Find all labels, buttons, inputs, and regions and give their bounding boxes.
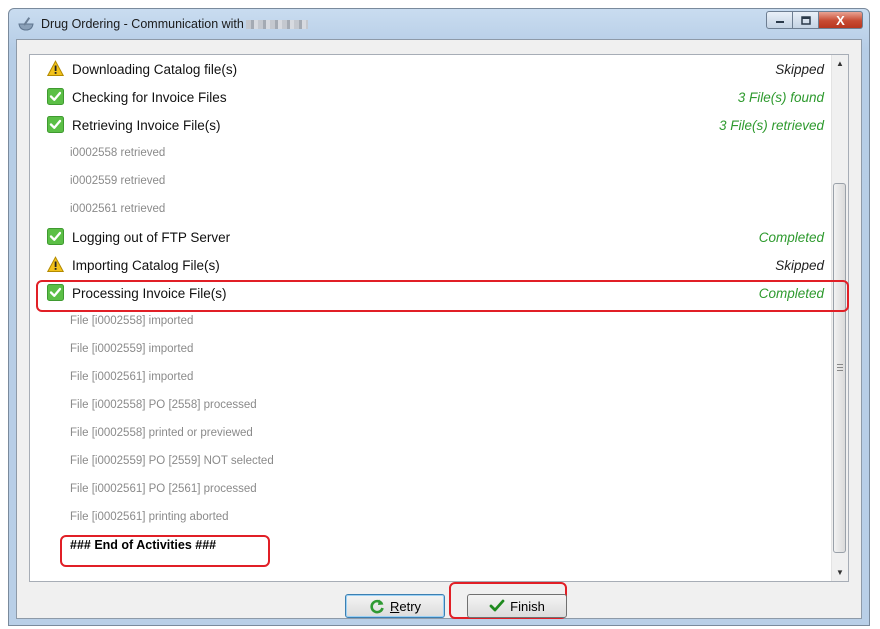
activity-label: File [i0002561] imported (70, 371, 194, 383)
finish-button[interactable]: Finish (467, 594, 567, 618)
activity-detail-row: File [i0002558] PO [2558] processed (30, 391, 832, 419)
activity-detail-row: i0002561 retrieved (30, 195, 832, 223)
close-icon: X (836, 12, 845, 28)
maximize-button[interactable] (793, 11, 819, 29)
retry-label: Retry (389, 598, 422, 614)
maximize-icon (800, 15, 811, 25)
activity-detail-row: File [i0002559] PO [2559] NOT selected (30, 447, 832, 475)
activity-status: 3 File(s) found (737, 89, 824, 105)
check-icon (47, 228, 64, 245)
minimize-button[interactable] (766, 11, 793, 29)
check-icon (47, 88, 64, 105)
finish-label: Finish (510, 598, 545, 614)
activity-detail-row: File [i0002558] imported (30, 307, 832, 335)
warning-icon (47, 60, 64, 76)
activity-label: Checking for Invoice Files (72, 89, 227, 105)
minimize-icon (775, 21, 784, 23)
activity-detail-row: i0002558 retrieved (30, 139, 832, 167)
activity-label: File [i0002561] printing aborted (70, 511, 229, 523)
activity-status: Completed (758, 229, 824, 245)
close-button[interactable]: X (819, 11, 863, 29)
activity-label: Logging out of FTP Server (72, 229, 231, 245)
activity-label: File [i0002558] printed or previewed (70, 427, 253, 439)
activity-label: File [i0002558] imported (70, 315, 194, 327)
activity-row: Logging out of FTP Server Completed (30, 223, 832, 251)
activity-detail-row: File [i0002561] imported (30, 363, 832, 391)
activity-row: Importing Catalog File(s) Skipped (30, 251, 832, 279)
activity-label: File [i0002559] imported (70, 343, 194, 355)
activity-detail-row: File [i0002558] printed or previewed (30, 419, 832, 447)
activity-status: Completed (758, 285, 824, 301)
activity-status: Skipped (775, 61, 824, 77)
window-title: Drug Ordering - Communication with (41, 17, 308, 31)
grip-icon (837, 364, 843, 372)
retry-button[interactable]: Retry (345, 594, 445, 618)
activity-label: i0002558 retrieved (70, 147, 166, 159)
activity-label: File [i0002559] PO [2559] NOT selected (70, 455, 274, 467)
activity-label: Downloading Catalog file(s) (72, 61, 238, 77)
activity-detail-row: i0002559 retrieved (30, 167, 832, 195)
warning-icon (47, 256, 64, 272)
activity-detail-row: File [i0002561] printing aborted (30, 503, 832, 531)
activity-label: File [i0002561] PO [2561] processed (70, 483, 257, 495)
activity-row: Processing Invoice File(s) Completed (30, 279, 832, 307)
scroll-down-arrow-icon[interactable]: ▼ (832, 564, 848, 581)
activity-label: i0002559 retrieved (70, 175, 166, 187)
activity-label: File [i0002558] PO [2558] processed (70, 399, 257, 411)
activity-row: Downloading Catalog file(s) Skipped (30, 55, 832, 83)
activity-row: Retrieving Invoice File(s) 3 File(s) retr… (30, 111, 832, 139)
checkmark-icon (489, 599, 505, 612)
end-of-activities-row: ### End of Activities ### (30, 531, 832, 559)
dialog-window: Drug Ordering - Communication with X Dow… (8, 8, 870, 626)
scroll-up-arrow-icon[interactable]: ▲ (832, 55, 848, 72)
activity-label: Processing Invoice File(s) (72, 285, 227, 301)
activity-detail-row: File [i0002559] imported (30, 335, 832, 363)
activity-label: Importing Catalog File(s) (72, 257, 220, 273)
title-bar[interactable]: Drug Ordering - Communication with X (9, 9, 869, 39)
activity-label: i0002561 retrieved (70, 203, 166, 215)
redacted-name (245, 20, 308, 30)
activity-list: Downloading Catalog file(s) Skipped Checki… (30, 55, 832, 559)
activity-row: Checking for Invoice Files 3 File(s) foun… (30, 83, 832, 111)
mortar-pestle-icon (18, 17, 34, 31)
activity-label: Retrieving Invoice File(s) (72, 117, 221, 133)
activity-status: 3 File(s) retrieved (718, 117, 824, 133)
activity-status: Skipped (775, 257, 824, 273)
scroll-thumb[interactable] (833, 183, 846, 553)
activity-log: Downloading Catalog file(s) Skipped Checki… (29, 54, 849, 582)
vertical-scrollbar[interactable]: ▲ ▼ (831, 55, 848, 581)
activity-detail-row: File [i0002561] PO [2561] processed (30, 475, 832, 503)
check-icon (47, 284, 64, 301)
refresh-icon (370, 599, 384, 614)
check-icon (47, 116, 64, 133)
activity-label: ### End of Activities ### (70, 538, 217, 552)
